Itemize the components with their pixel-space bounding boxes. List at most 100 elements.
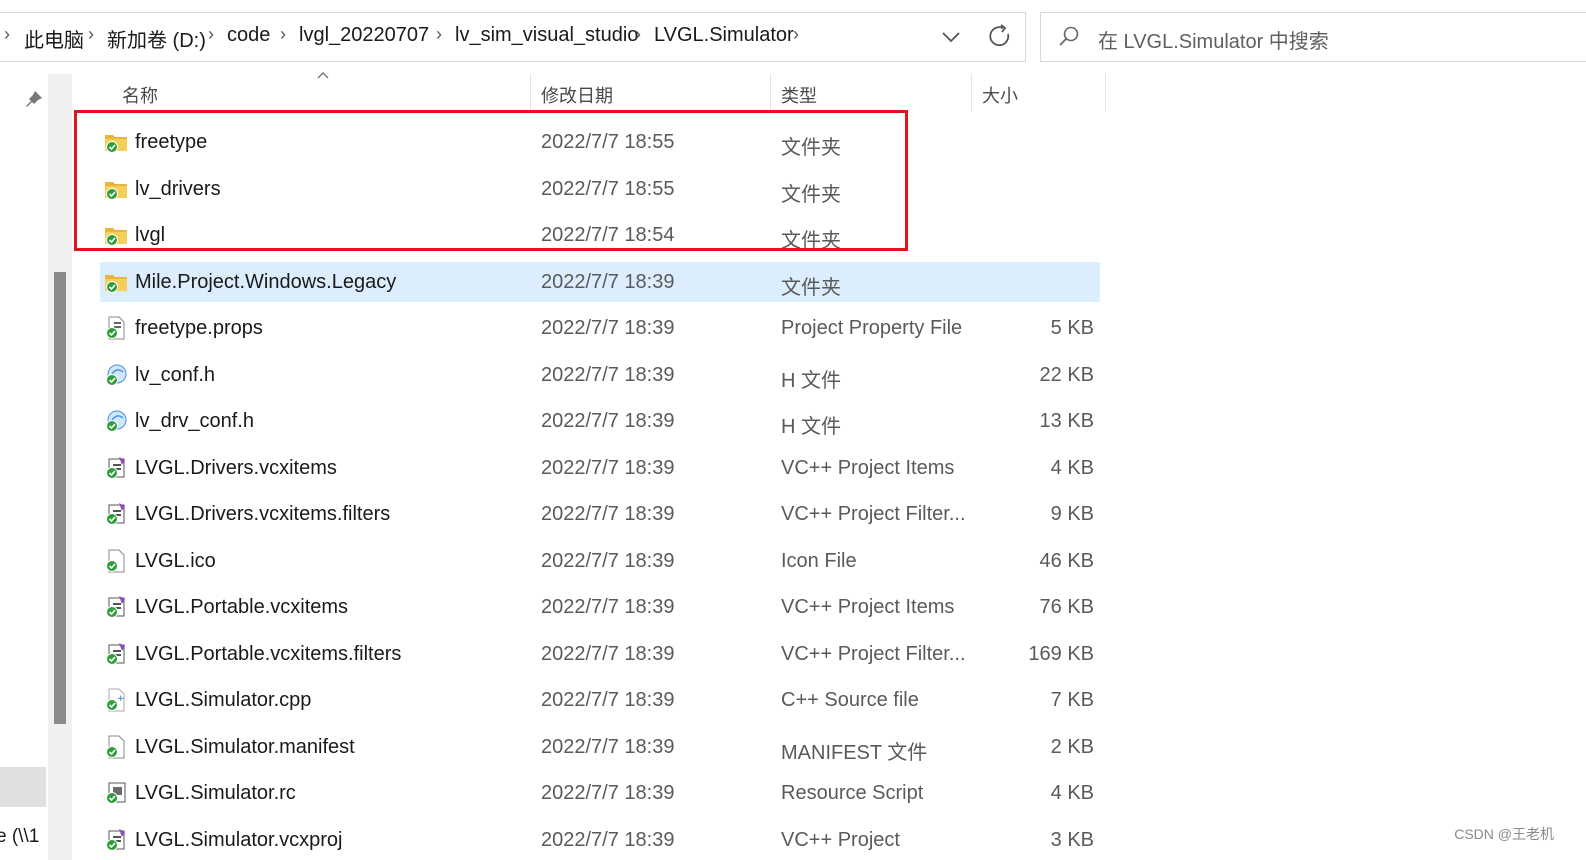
file-name: Mile.Project.Windows.Legacy (135, 270, 397, 293)
ico-file-icon (104, 549, 128, 573)
refresh-icon[interactable] (986, 22, 1014, 50)
file-row[interactable]: LVGL.Portable.vcxitems 2022/7/7 18:39 VC++… (100, 587, 1100, 627)
file-type: H 文件 (781, 416, 841, 438)
file-name: LVGL.ico (135, 549, 216, 572)
chevron-right-icon[interactable]: › (280, 24, 286, 45)
column-divider[interactable] (1105, 74, 1106, 112)
breadcrumb-item-code[interactable]: code (227, 24, 270, 47)
file-row[interactable]: LVGL.Simulator.vcxproj 2022/7/7 18:39 VC++… (100, 820, 1100, 860)
file-name: LVGL.Drivers.vcxitems (135, 456, 337, 479)
vc-project-icon (104, 595, 128, 619)
file-type: MANIFEST 文件 (781, 741, 928, 764)
file-name: lv_conf.h (135, 363, 216, 386)
svg-text:+: + (117, 694, 125, 704)
chevron-down-icon[interactable] (938, 24, 964, 50)
column-divider[interactable] (971, 74, 972, 112)
file-size: 76 KB (1039, 596, 1094, 618)
chevron-right-icon[interactable]: › (635, 24, 641, 45)
column-divider[interactable] (770, 74, 771, 112)
file-size: 4 KB (1050, 456, 1094, 479)
column-header-type[interactable]: 类型 (781, 82, 817, 110)
column-divider[interactable] (530, 74, 531, 112)
scrollbar-thumb[interactable] (54, 272, 66, 724)
nav-item-label[interactable]: e (\\1 (0, 826, 39, 848)
file-size: 13 KB (1039, 410, 1094, 432)
vc-project-icon (104, 456, 128, 480)
file-row[interactable]: + LVGL.Simulator.cpp 2022/7/7 18:39 C++ Sou… (100, 680, 1100, 720)
toolbar: › 此电脑 › 新加卷 (D:) › code › lvgl_20220707 … (0, 0, 1586, 74)
file-name: freetype.props (135, 317, 263, 339)
file-date: 2022/7/7 18:39 (541, 735, 675, 758)
file-name: LVGL.Simulator.vcxproj (135, 828, 343, 851)
file-date: 2022/7/7 18:39 (541, 689, 675, 711)
breadcrumb-item-simulator[interactable]: LVGL.Simulator (654, 24, 794, 47)
breadcrumb-item-lv-sim[interactable]: lv_sim_visual_studio (455, 24, 638, 47)
file-row[interactable]: LVGL.ico 2022/7/7 18:39 Icon File 46 KB (100, 541, 1100, 581)
generic-file-icon (104, 735, 128, 759)
file-type: C++ Source file (781, 689, 919, 711)
file-size: 2 KB (1050, 735, 1094, 758)
pin-icon[interactable] (24, 90, 44, 110)
file-row[interactable]: freetype.props 2022/7/7 18:39 Project Prop… (100, 308, 1100, 348)
file-name: LVGL.Simulator.rc (135, 782, 296, 804)
file-size: 9 KB (1050, 503, 1094, 525)
file-name: LVGL.Simulator.manifest (135, 735, 355, 758)
file-date: 2022/7/7 18:39 (541, 503, 675, 525)
folder-icon (104, 270, 128, 294)
file-row[interactable]: LVGL.Drivers.vcxitems.filters 2022/7/7 18… (100, 494, 1100, 534)
file-row[interactable]: LVGL.Portable.vcxitems.filters 2022/7/7 1… (100, 634, 1100, 674)
file-row[interactable]: LVGL.Simulator.rc 2022/7/7 18:39 Resource … (100, 773, 1100, 813)
vc-filter-icon (104, 642, 128, 666)
column-header-name[interactable]: 名称 (122, 82, 158, 110)
file-type: VC++ Project (781, 828, 900, 851)
breadcrumb-item-this-pc[interactable]: 此电脑 (24, 24, 84, 53)
search-icon[interactable] (1056, 24, 1082, 50)
file-row[interactable]: LVGL.Drivers.vcxitems 2022/7/7 18:39 VC++ … (100, 448, 1100, 488)
file-date: 2022/7/7 18:39 (541, 549, 675, 572)
file-date: 2022/7/7 18:39 (541, 782, 675, 804)
column-header-size[interactable]: 大小 (982, 82, 1018, 110)
vc-project-icon (104, 828, 128, 852)
column-header-date[interactable]: 修改日期 (541, 82, 613, 110)
file-size: 7 KB (1050, 689, 1094, 711)
file-date: 2022/7/7 18:39 (541, 596, 675, 618)
file-name: LVGL.Drivers.vcxitems.filters (135, 503, 391, 525)
file-name: LVGL.Simulator.cpp (135, 689, 312, 711)
file-row[interactable]: lv_drv_conf.h 2022/7/7 18:39 H 文件 13 KB (100, 401, 1100, 441)
chevron-right-icon[interactable]: › (88, 24, 94, 45)
chevron-right-icon[interactable]: › (793, 24, 799, 45)
file-date: 2022/7/7 18:39 (541, 363, 675, 386)
file-name: LVGL.Portable.vcxitems (135, 596, 349, 618)
chevron-right-icon[interactable]: › (4, 24, 10, 45)
file-date: 2022/7/7 18:39 (541, 410, 675, 432)
rc-file-icon (104, 781, 128, 805)
file-type: Icon File (781, 549, 857, 572)
file-type: VC++ Project Items (781, 596, 955, 618)
file-date: 2022/7/7 18:39 (541, 456, 675, 479)
file-type: Project Property File (781, 317, 963, 339)
file-row[interactable]: Mile.Project.Windows.Legacy 2022/7/7 18:3… (100, 261, 1100, 302)
file-date: 2022/7/7 18:39 (541, 642, 675, 665)
chevron-right-icon[interactable]: › (208, 24, 214, 45)
file-size: 5 KB (1050, 317, 1094, 339)
file-type: H 文件 (781, 369, 841, 392)
search-input[interactable]: 在 LVGL.Simulator 中搜索 (1098, 25, 1329, 54)
annotation-highlight-box (74, 110, 908, 251)
file-size: 22 KB (1039, 363, 1094, 386)
file-type: VC++ Project Filter... (781, 503, 966, 525)
sort-ascending-icon (317, 72, 329, 79)
nav-item-selected[interactable] (0, 767, 46, 807)
file-row[interactable]: LVGL.Simulator.manifest 2022/7/7 18:39 MAN… (100, 727, 1100, 767)
header-file-icon (104, 363, 128, 387)
file-date: 2022/7/7 18:39 (541, 270, 675, 293)
file-date: 2022/7/7 18:39 (541, 317, 675, 339)
file-name: lv_drv_conf.h (135, 410, 254, 432)
chevron-right-icon[interactable]: › (436, 24, 442, 45)
file-row[interactable]: lv_conf.h 2022/7/7 18:39 H 文件 22 KB (100, 355, 1100, 395)
file-size: 3 KB (1050, 828, 1094, 851)
file-date: 2022/7/7 18:39 (541, 828, 675, 851)
file-size: 46 KB (1039, 549, 1094, 572)
breadcrumb-item-drive-d[interactable]: 新加卷 (D:) (107, 24, 206, 53)
breadcrumb-item-lvgl[interactable]: lvgl_20220707 (299, 24, 429, 47)
file-type: VC++ Project Items (781, 456, 955, 479)
